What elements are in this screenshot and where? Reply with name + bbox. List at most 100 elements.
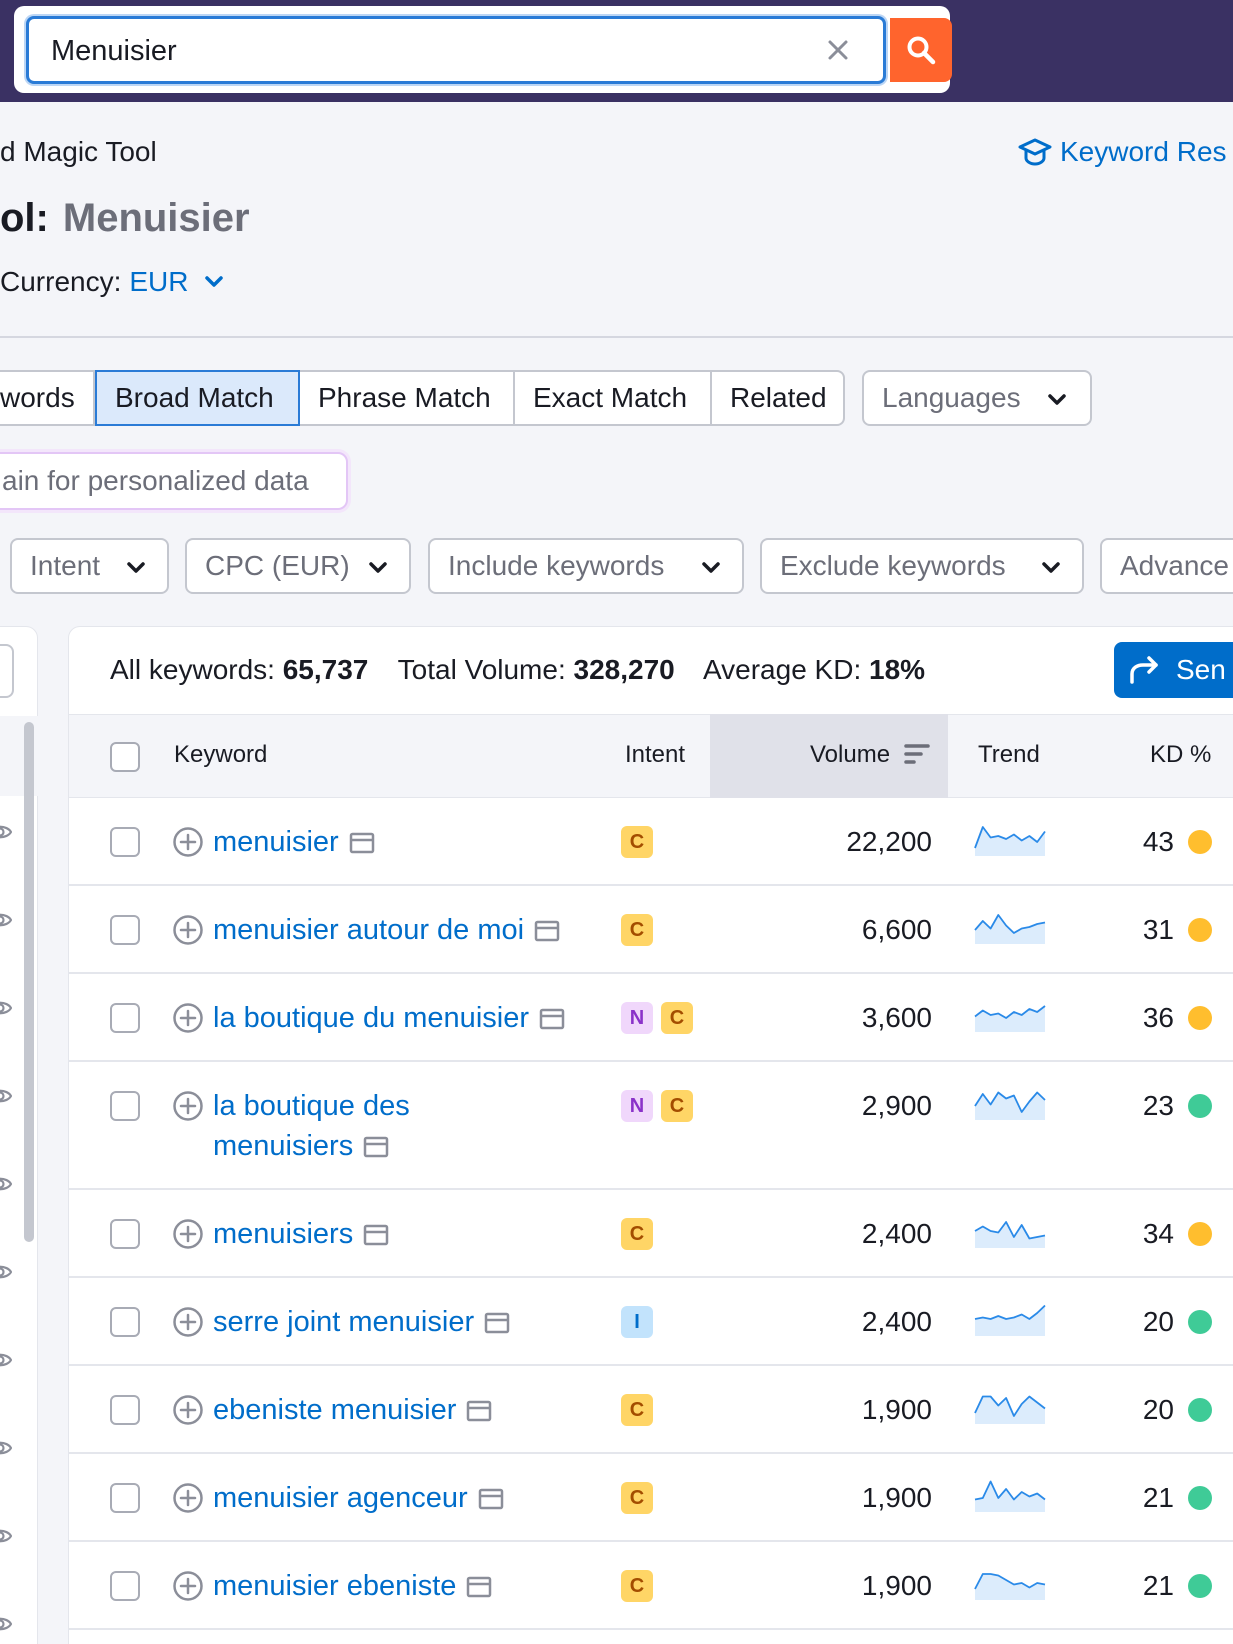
keyword-link[interactable]: menuisier xyxy=(213,822,375,862)
keyword-link[interactable]: menuisier agenceur xyxy=(213,1478,504,1518)
trend-sparkline[interactable] xyxy=(973,908,1047,944)
add-to-list-icon[interactable] xyxy=(172,1090,204,1122)
add-to-list-icon[interactable] xyxy=(172,1482,204,1514)
eye-icon[interactable] xyxy=(0,822,12,842)
groups-scrollbar[interactable] xyxy=(24,722,34,1242)
trend-sparkline[interactable] xyxy=(973,1212,1047,1248)
trend-sparkline[interactable] xyxy=(973,1388,1047,1424)
eye-icon[interactable] xyxy=(0,1262,12,1282)
keyword-link[interactable]: menuisier ebeniste xyxy=(213,1566,492,1606)
column-kd[interactable]: KD % xyxy=(1150,741,1211,769)
add-to-list-icon[interactable] xyxy=(172,1218,204,1250)
keyword-link[interactable]: ebeniste menuisier xyxy=(213,1390,492,1430)
row-checkbox[interactable] xyxy=(110,1395,140,1425)
add-to-list-icon[interactable] xyxy=(172,1394,204,1426)
add-to-list-icon[interactable] xyxy=(172,1306,204,1338)
keyword-link[interactable]: serre joint menuisier xyxy=(213,1302,510,1342)
eye-icon[interactable] xyxy=(0,1174,12,1194)
eye-icon[interactable] xyxy=(0,1614,12,1634)
serp-features-icon[interactable] xyxy=(349,831,375,855)
column-intent[interactable]: Intent xyxy=(625,741,685,769)
row-checkbox[interactable] xyxy=(110,1091,140,1121)
trend-sparkline[interactable] xyxy=(973,820,1047,856)
trend-sparkline[interactable] xyxy=(973,1564,1047,1600)
serp-features-icon[interactable] xyxy=(478,1487,504,1511)
select-all-checkbox[interactable] xyxy=(110,742,140,772)
eye-icon[interactable] xyxy=(0,1438,12,1458)
add-to-list-icon[interactable] xyxy=(172,914,204,946)
intent-badge[interactable]: C xyxy=(621,914,653,946)
search-input[interactable]: Menuisier xyxy=(26,16,886,84)
intent-badge[interactable]: C xyxy=(661,1002,693,1034)
filter-advanced[interactable]: Advance xyxy=(1100,538,1233,594)
column-volume[interactable]: Volume xyxy=(810,741,890,769)
keyword-text: menuisier autour de moi xyxy=(213,914,525,946)
serp-features-icon[interactable] xyxy=(484,1311,510,1335)
serp-features-icon[interactable] xyxy=(539,1007,565,1031)
trend-sparkline[interactable] xyxy=(973,1300,1047,1336)
filter-include-keywords[interactable]: Include keywords xyxy=(428,538,744,594)
keyword-link[interactable]: menuisiers xyxy=(213,1214,389,1254)
groups-sort-select[interactable] xyxy=(0,644,14,698)
breadcrumb[interactable]: d Magic Tool xyxy=(0,136,157,168)
row-checkbox[interactable] xyxy=(110,827,140,857)
eye-icon[interactable] xyxy=(0,1526,12,1546)
row-checkbox[interactable] xyxy=(110,1483,140,1513)
intent-badge[interactable]: N xyxy=(621,1002,653,1034)
page-title-prefix: ol: xyxy=(0,196,49,240)
intent-badge[interactable]: I xyxy=(621,1306,653,1338)
tab-broad-match[interactable]: Broad Match xyxy=(95,370,300,426)
column-keyword[interactable]: Keyword xyxy=(174,741,267,769)
tab-exact-match[interactable]: Exact Match xyxy=(515,370,712,426)
serp-features-icon[interactable] xyxy=(363,1135,389,1159)
close-icon[interactable] xyxy=(821,33,855,67)
volume-value: 22,200 xyxy=(846,826,932,857)
currency-selector[interactable]: Currency: EUR xyxy=(0,266,229,298)
trend-sparkline[interactable] xyxy=(973,1084,1047,1120)
filter-exclude-keywords[interactable]: Exclude keywords xyxy=(760,538,1084,594)
trend-sparkline[interactable] xyxy=(973,1476,1047,1512)
add-to-list-icon[interactable] xyxy=(172,1570,204,1602)
intent-badge[interactable]: N xyxy=(621,1090,653,1122)
tab-questions[interactable]: words xyxy=(0,370,95,426)
row-checkbox[interactable] xyxy=(110,1219,140,1249)
row-checkbox[interactable] xyxy=(110,915,140,945)
eye-icon[interactable] xyxy=(0,1086,12,1106)
eye-icon[interactable] xyxy=(0,1350,12,1370)
intent-badge[interactable]: C xyxy=(661,1090,693,1122)
column-trend[interactable]: Trend xyxy=(978,741,1040,769)
intent-badge[interactable]: C xyxy=(621,1570,653,1602)
keyword-link[interactable]: menuisier autour de moi xyxy=(213,910,560,950)
kd-indicator-dot xyxy=(1188,1310,1212,1334)
tab-phrase-match[interactable]: Phrase Match xyxy=(300,370,515,426)
languages-dropdown[interactable]: Languages xyxy=(862,370,1092,426)
add-to-list-icon[interactable] xyxy=(172,826,204,858)
send-button[interactable]: Sen xyxy=(1114,642,1233,698)
trend-sparkline[interactable] xyxy=(973,996,1047,1032)
intent-badge[interactable]: C xyxy=(621,1482,653,1514)
eye-icon[interactable] xyxy=(0,910,12,930)
intent-badge[interactable]: C xyxy=(621,1218,653,1250)
serp-features-icon[interactable] xyxy=(466,1399,492,1423)
keyword-link[interactable]: la boutique du menuisier xyxy=(213,998,565,1038)
filter-cpc[interactable]: CPC (EUR) xyxy=(185,538,411,594)
keyword-research-link[interactable]: Keyword Res xyxy=(1018,136,1227,168)
tab-related[interactable]: Related xyxy=(712,370,845,426)
row-checkbox[interactable] xyxy=(110,1307,140,1337)
eye-icon[interactable] xyxy=(0,998,12,1018)
keyword-link[interactable]: la boutique des menuisiers xyxy=(213,1086,410,1166)
page-title-query: Menuisier xyxy=(62,196,250,240)
search-button[interactable] xyxy=(890,18,952,82)
volume-value: 3,600 xyxy=(861,1002,932,1033)
serp-features-icon[interactable] xyxy=(466,1575,492,1599)
filter-intent[interactable]: Intent xyxy=(10,538,169,594)
row-checkbox[interactable] xyxy=(110,1571,140,1601)
intent-badge[interactable]: C xyxy=(621,1394,653,1426)
serp-features-icon[interactable] xyxy=(363,1223,389,1247)
row-checkbox[interactable] xyxy=(110,1003,140,1033)
personalized-domain-input[interactable]: ain for personalized data xyxy=(0,452,348,510)
intent-badge[interactable]: C xyxy=(621,826,653,858)
add-to-list-icon[interactable] xyxy=(172,1002,204,1034)
sort-icon[interactable] xyxy=(904,743,930,765)
serp-features-icon[interactable] xyxy=(534,919,560,943)
